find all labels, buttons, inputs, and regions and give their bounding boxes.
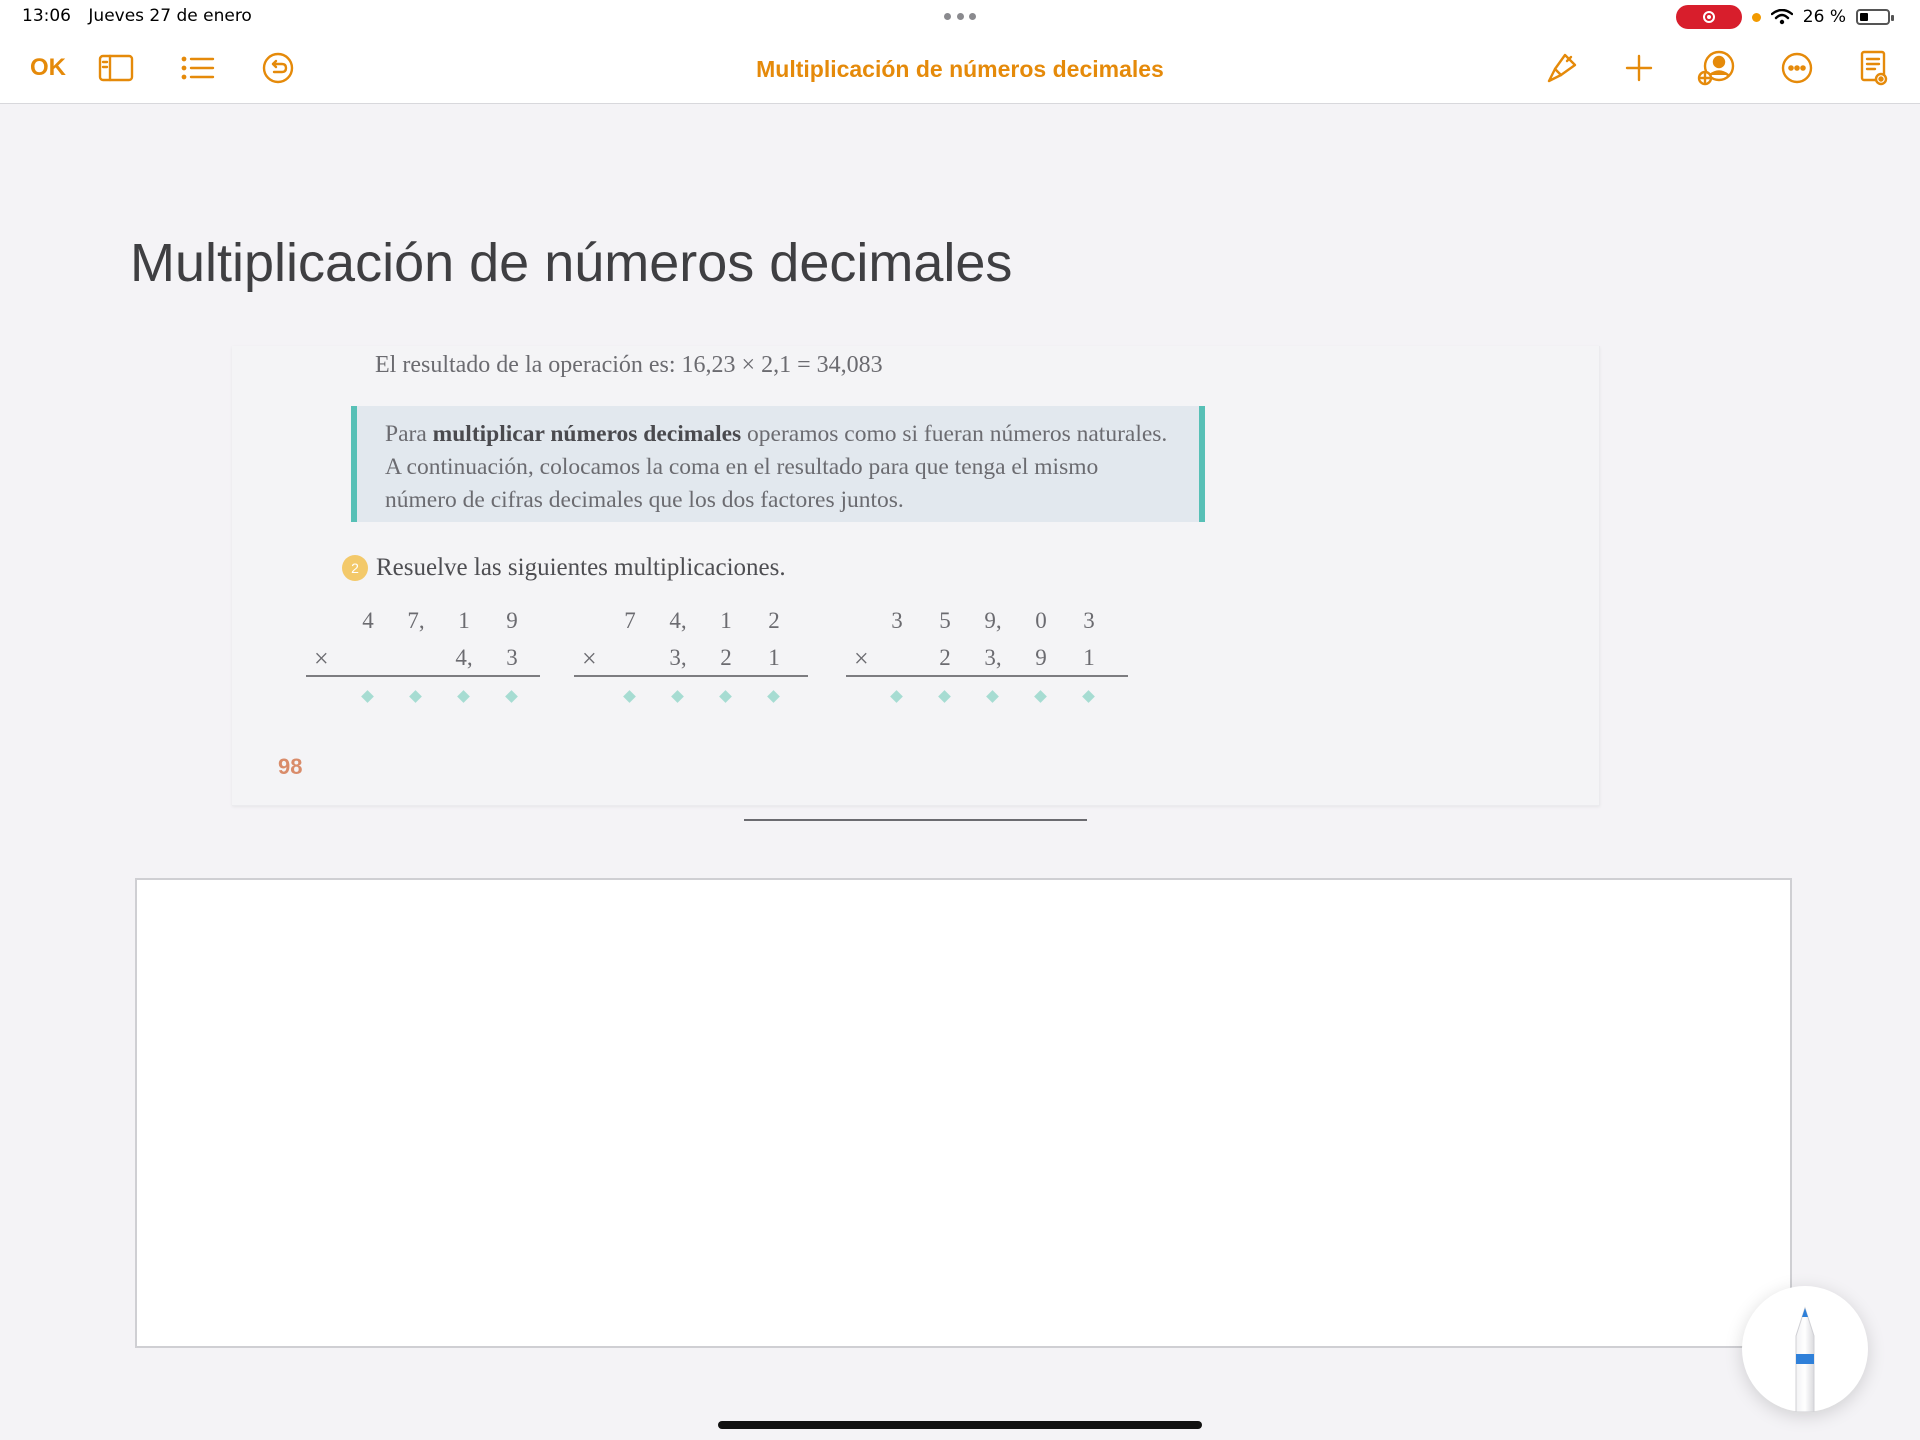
- rule-text-bold: multiplicar números decimales: [432, 421, 742, 447]
- exercise-heading: 2 Resuelve las siguientes multiplicacion…: [342, 554, 786, 582]
- textbook-page-image[interactable]: El resultado de la operación es: 16,23 ×…: [232, 346, 1600, 806]
- document-heading[interactable]: Multiplicación de números decimales: [130, 232, 1012, 294]
- status-time: 13:06: [22, 6, 71, 26]
- times-symbol: ×: [582, 644, 597, 673]
- digit: 9,: [984, 608, 1002, 633]
- result-rule: [846, 675, 1128, 677]
- digit: 3: [1083, 608, 1095, 633]
- digit: 4: [362, 608, 374, 633]
- answer-placeholder-dot: [361, 690, 374, 703]
- digit: 3: [506, 645, 518, 670]
- multiplication-3: 3 5 9, 0 3 2 3, 9 1 ×: [846, 608, 1128, 708]
- answer-placeholder-dot: [409, 690, 422, 703]
- digit: 9: [506, 608, 518, 633]
- digit: 9: [1035, 645, 1047, 670]
- wifi-icon: [1770, 9, 1793, 25]
- digit: 4,: [455, 645, 473, 670]
- digit: 4,: [669, 608, 687, 633]
- drawing-canvas[interactable]: [135, 878, 1792, 1348]
- mic-indicator-icon: [1751, 12, 1761, 22]
- page-number: 98: [278, 754, 303, 779]
- answer-placeholder-dot: [938, 690, 951, 703]
- answer-placeholder-dot: [505, 690, 518, 703]
- multiplication-2: 7 4, 1 2 3, 2 1 ×: [574, 608, 808, 708]
- exercise-number-badge: 2: [342, 555, 368, 581]
- plus-icon[interactable]: [1617, 46, 1661, 90]
- home-indicator[interactable]: [718, 1421, 1202, 1429]
- result-rule: [574, 675, 808, 677]
- pencil-tool-button[interactable]: [1742, 1286, 1868, 1413]
- digit: 1: [768, 645, 780, 670]
- status-bar: 13:06 Jueves 27 de enero 26 %: [0, 0, 1920, 34]
- rule-text-pre: Para: [385, 421, 433, 447]
- digit: 7: [624, 608, 636, 633]
- rule-box: Para multiplicar números decimales opera…: [351, 406, 1205, 522]
- times-symbol: ×: [854, 644, 869, 673]
- digit: 3,: [984, 645, 1002, 670]
- answer-placeholder-dot: [890, 690, 903, 703]
- answer-placeholder-dot: [623, 690, 636, 703]
- more-icon[interactable]: [1775, 46, 1819, 90]
- battery-icon: [1856, 9, 1894, 25]
- digit: 1: [1083, 645, 1095, 670]
- digit: 3: [891, 608, 903, 633]
- answer-placeholder-dot: [671, 690, 684, 703]
- page-divider: [744, 819, 1087, 821]
- exercise-text: Resuelve las siguientes multiplicaciones…: [376, 554, 786, 581]
- digit: 2: [720, 645, 732, 670]
- digit: 2: [768, 608, 780, 633]
- answer-placeholder-dot: [767, 690, 780, 703]
- digit: 1: [458, 608, 470, 633]
- digit: 3,: [669, 645, 687, 670]
- result-rule: [306, 675, 540, 677]
- status-right: 26 %: [1675, 4, 1894, 30]
- answer-placeholder-dot: [1082, 690, 1095, 703]
- status-date: Jueves 27 de enero: [88, 6, 252, 26]
- multiplication-1: 4 7, 1 9 4, 3 ×: [306, 608, 540, 708]
- pencil-icon: [1795, 1306, 1815, 1413]
- battery-percent: 26 %: [1802, 7, 1846, 27]
- answer-placeholder-dot: [719, 690, 732, 703]
- digit: 1: [720, 608, 732, 633]
- digit: 5: [939, 608, 951, 633]
- collaborate-icon[interactable]: [1694, 46, 1738, 90]
- answer-placeholder-dot: [986, 690, 999, 703]
- digit: 2: [939, 645, 951, 670]
- digit: 7,: [407, 608, 425, 633]
- document-icon[interactable]: [1852, 46, 1896, 90]
- times-symbol: ×: [314, 644, 329, 673]
- answer-placeholder-dot: [1034, 690, 1047, 703]
- toolbar: OK Multiplicación de números decimales: [0, 34, 1920, 104]
- multitasking-dots-icon[interactable]: [944, 13, 976, 21]
- paintbrush-icon[interactable]: [1540, 46, 1584, 90]
- digit: 0: [1035, 608, 1047, 633]
- screen-recording-icon[interactable]: [1675, 5, 1742, 29]
- status-left: 13:06 Jueves 27 de enero: [22, 6, 264, 26]
- result-line: El resultado de la operación es: 16,23 ×…: [375, 352, 883, 378]
- answer-placeholder-dot: [457, 690, 470, 703]
